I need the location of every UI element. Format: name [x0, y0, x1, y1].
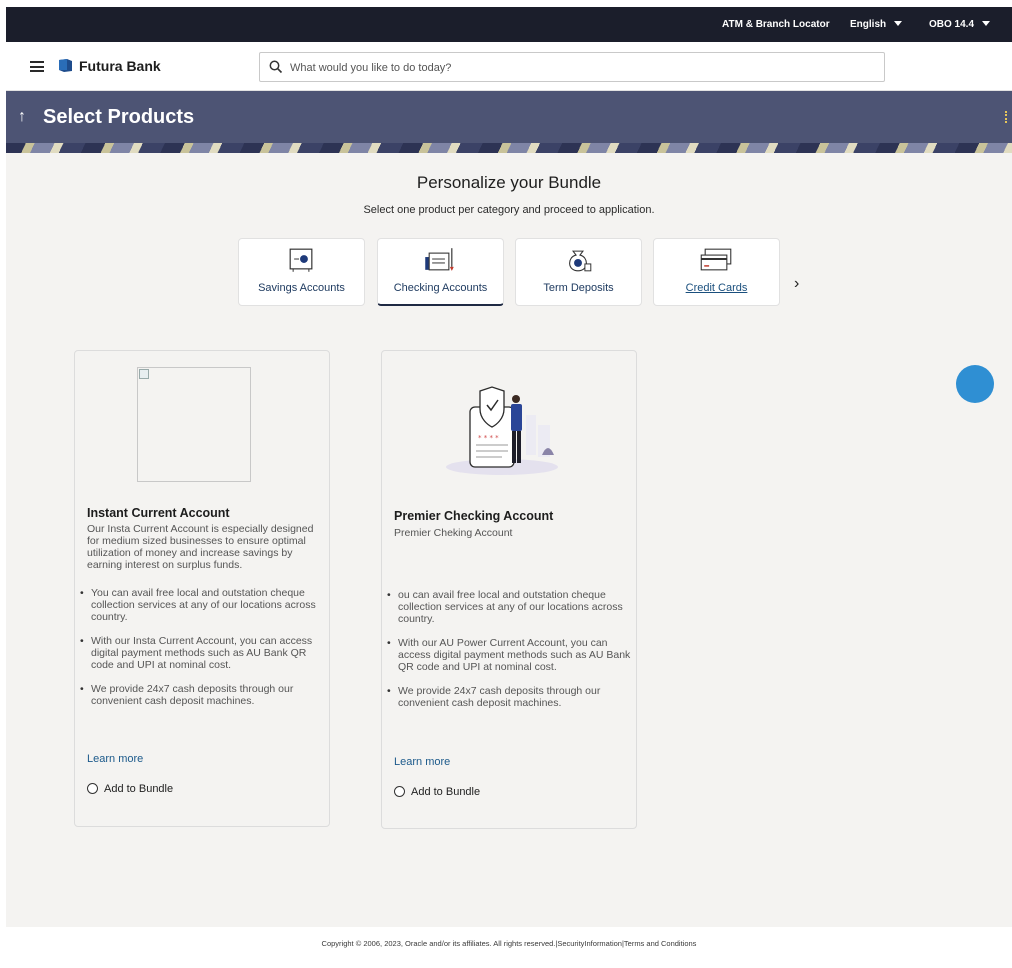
tab-term-deposits[interactable]: Term Deposits — [515, 238, 642, 306]
chevron-down-icon — [982, 21, 991, 26]
app-header: Futura Bank — [6, 42, 1012, 91]
chevron-down-icon — [894, 21, 903, 26]
user-menu[interactable]: OBO 14.4 — [929, 19, 991, 30]
product-illustration-icon: * * * * — [446, 386, 558, 475]
tab-label: Credit Cards — [685, 282, 748, 294]
banner-pattern — [6, 143, 1012, 153]
brand-name: Futura Bank — [79, 58, 161, 74]
add-to-bundle-label: Add to Bundle — [411, 786, 481, 798]
add-to-bundle-option[interactable]: Add to Bundle — [87, 783, 173, 795]
product-name: Instant Current Account — [87, 506, 230, 520]
product-features: ou can avail free local and outstation c… — [387, 589, 632, 721]
tab-label: Savings Accounts — [258, 282, 345, 294]
page-banner: ↑ Select Products — [6, 91, 1012, 153]
feature-item: With our Insta Current Account, you can … — [80, 635, 325, 671]
bundle-subheading: Select one product per category and proc… — [363, 204, 655, 216]
radio-button[interactable] — [394, 786, 405, 797]
product-features: You can avail free local and outstation … — [80, 587, 325, 719]
learn-more-link[interactable]: Learn more — [394, 756, 450, 768]
language-select[interactable]: English — [850, 19, 903, 30]
atm-branch-locator-link[interactable]: ATM & Branch Locator — [722, 19, 830, 30]
feature-item: You can avail free local and outstation … — [80, 587, 325, 623]
search-icon — [269, 60, 283, 74]
tab-checking-accounts[interactable]: Checking Accounts — [377, 238, 504, 306]
tab-label: Term Deposits — [543, 282, 614, 294]
tab-label: Checking Accounts — [393, 282, 488, 294]
feature-item: With our AU Power Current Account, you c… — [387, 637, 632, 673]
page-footer: Copyright © 2006, 2023, Oracle and/or it… — [6, 927, 1012, 968]
app-frame: ATM & Branch Locator English OBO 14.4 Fu… — [6, 7, 1012, 968]
tab-credit-cards[interactable]: Credit Cards — [653, 238, 780, 306]
back-arrow-icon[interactable]: ↑ — [18, 108, 26, 126]
feature-item: ou can avail free local and outstation c… — [387, 589, 632, 625]
page-title: Select Products — [43, 106, 195, 128]
tab-savings-accounts[interactable]: Savings Accounts — [238, 238, 365, 306]
feature-item: We provide 24x7 cash deposits through ou… — [387, 685, 632, 709]
product-card: Instant Current Account Our Insta Curren… — [74, 350, 330, 827]
learn-more-link[interactable]: Learn more — [87, 753, 143, 765]
more-options-icon[interactable] — [1005, 111, 1007, 123]
chevron-right-icon[interactable]: › — [794, 275, 799, 293]
safe-icon — [289, 248, 313, 272]
chat-assistant-button[interactable] — [956, 365, 994, 403]
product-description: Premier Cheking Account — [394, 527, 513, 539]
search-bar[interactable] — [259, 52, 885, 82]
money-bag-icon — [569, 250, 592, 272]
feature-item: We provide 24x7 cash deposits through ou… — [80, 683, 325, 707]
svg-text:* * * *: * * * * — [478, 434, 499, 442]
bundle-heading: Personalize your Bundle — [416, 173, 602, 192]
product-image-placeholder — [137, 367, 251, 482]
user-label: OBO 14.4 — [929, 19, 975, 30]
product-description: Our Insta Current Account is especially … — [87, 523, 314, 571]
product-card: * * * * Premier Checking Account Premier… — [381, 350, 637, 829]
add-to-bundle-label: Add to Bundle — [104, 783, 174, 795]
language-label: English — [850, 19, 887, 30]
product-name: Premier Checking Account — [394, 509, 554, 523]
top-utility-bar: ATM & Branch Locator English OBO 14.4 — [6, 7, 1012, 42]
radio-button[interactable] — [87, 783, 98, 794]
hamburger-menu-icon[interactable] — [30, 61, 44, 72]
credit-card-icon — [700, 248, 732, 271]
broken-image-icon — [139, 369, 149, 379]
add-to-bundle-option[interactable]: Add to Bundle — [394, 786, 480, 798]
search-input[interactable] — [290, 59, 870, 77]
checkbook-icon — [425, 248, 454, 271]
bank-logo-icon — [59, 59, 72, 72]
